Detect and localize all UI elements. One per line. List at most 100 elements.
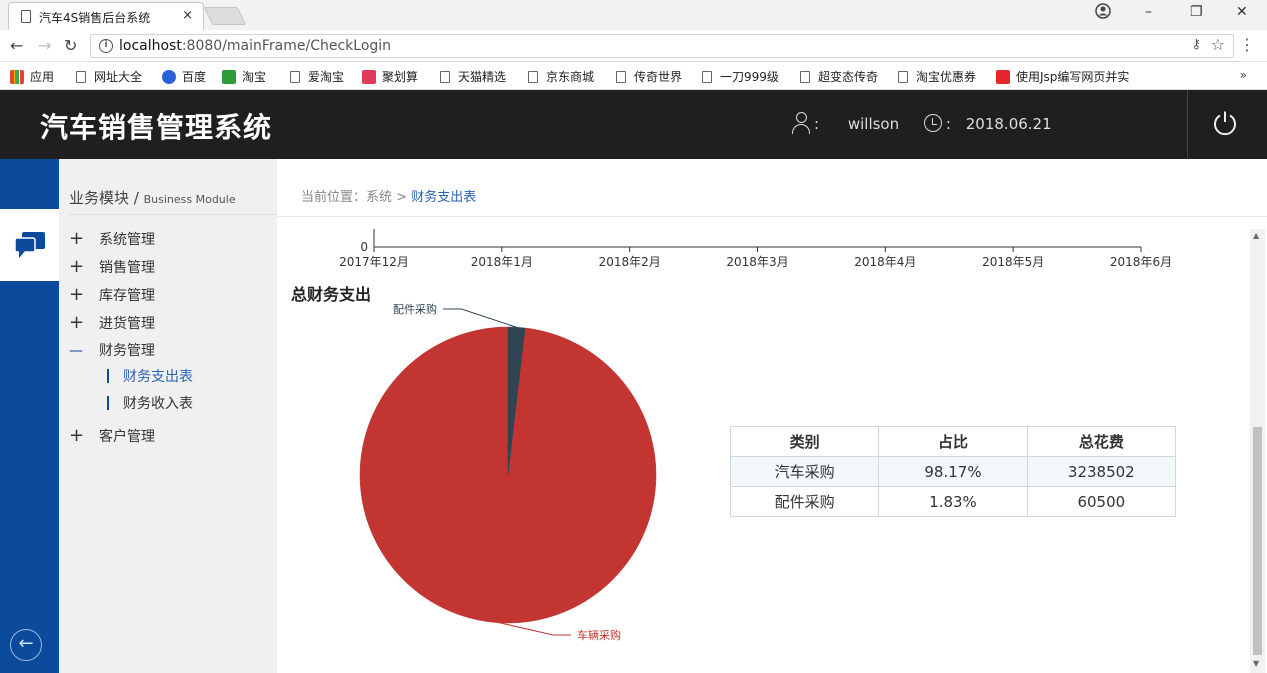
taobao-icon <box>222 70 236 84</box>
profile-icon[interactable] <box>1095 3 1111 23</box>
sidebar-item-sales[interactable]: + 销售管理 <box>69 256 155 277</box>
x-tick-label: 2018年1月 <box>471 255 533 269</box>
sidebar-item-finance[interactable]: — 财务管理 <box>69 340 155 360</box>
x-tick-label: 2018年4月 <box>854 255 916 269</box>
user-icon <box>792 112 810 134</box>
clock-icon <box>923 114 942 132</box>
back-arrow-icon[interactable]: ← <box>10 36 23 55</box>
browser-tab[interactable]: 汽车4S销售后台系统 × <box>8 2 204 30</box>
page-icon <box>800 71 810 83</box>
breadcrumb-parent[interactable]: 系统 <box>366 190 392 205</box>
scroll-thumb[interactable] <box>1253 427 1262 655</box>
address-bar: ← → ↻ i localhost:8080/mainFrame/CheckLo… <box>0 30 1267 62</box>
expand-plus-icon: + <box>69 256 85 277</box>
rail-item-business[interactable] <box>0 209 59 281</box>
sidebar-item-system[interactable]: + 系统管理 <box>69 228 155 249</box>
table-cell: 1.83% <box>878 486 1028 517</box>
minimize-icon[interactable]: – <box>1145 4 1152 20</box>
document-icon <box>21 10 31 23</box>
page-icon <box>616 71 626 83</box>
bookmarks-overflow[interactable]: » <box>1240 68 1247 82</box>
table-cell: 98.17% <box>878 456 1028 487</box>
sidebar-item-purchasing[interactable]: + 进货管理 <box>69 312 155 333</box>
baidu-paw-icon <box>162 70 176 84</box>
restore-icon[interactable]: ❐ <box>1190 4 1203 20</box>
apps-grid-icon <box>10 70 24 84</box>
active-marker <box>107 369 109 383</box>
bookmark-item[interactable]: 一刀999级 <box>702 68 779 85</box>
sidebar-subitem-income[interactable]: 财务收入表 <box>107 393 193 413</box>
bookmark-item[interactable]: 百度 <box>162 68 206 85</box>
info-icon[interactable]: i <box>99 39 113 53</box>
bookmark-item[interactable]: 超变态传奇 <box>800 68 878 85</box>
url-text: localhost:8080/mainFrame/CheckLogin <box>119 38 392 54</box>
page-icon <box>76 71 86 83</box>
sidebar: 业务模块 / Business Module + 系统管理 + 销售管理 + 库存管理… <box>59 159 277 673</box>
breadcrumb: 当前位置：系统 > 财务支出表 <box>301 186 476 205</box>
bookmark-item[interactable]: 网址大全 <box>76 68 142 85</box>
new-tab-button[interactable] <box>203 7 247 25</box>
item-marker <box>107 396 109 410</box>
sidebar-item-inventory[interactable]: + 库存管理 <box>69 284 155 305</box>
bookmark-apps[interactable]: 应用 <box>10 68 54 85</box>
app-header: 汽车销售管理系统 : willson : 2018.06.21 <box>0 90 1267 159</box>
browser-menu-icon[interactable]: ⋮ <box>1239 35 1255 54</box>
close-window-icon[interactable]: ✕ <box>1236 4 1248 20</box>
expand-plus-icon: + <box>69 312 85 333</box>
table-row: 汽车采购 98.17% 3238502 <box>729 456 1177 487</box>
pie-slice-label: 车辆采购 <box>577 628 621 642</box>
power-icon[interactable] <box>1212 110 1238 136</box>
bookmarks-bar: 应用 网址大全 百度 淘宝 爱淘宝 聚划算 天猫精选 京东商城 传奇世界 一刀9… <box>0 62 1267 90</box>
date-label: : <box>945 115 951 133</box>
collapse-minus-icon: — <box>69 343 83 359</box>
scroll-down-arrow-icon[interactable]: ▼ <box>1253 659 1259 668</box>
breadcrumb-separator: > <box>396 190 408 205</box>
x-tick-label: 2017年12月 <box>339 255 409 269</box>
column-header: 总花费 <box>1026 426 1177 457</box>
table-cell: 3238502 <box>1026 456 1177 487</box>
bookmark-star-icon[interactable]: ☆ <box>1211 35 1225 54</box>
page-icon <box>702 71 712 83</box>
x-tick-label: 2018年3月 <box>726 255 788 269</box>
bookmark-item[interactable]: 淘宝优惠券 <box>898 68 976 85</box>
x-ticks: 2017年12月 2018年1月 2018年2月 2018年3月 2018年4月 2018… <box>339 247 1172 269</box>
scroll-up-arrow-icon[interactable]: ▲ <box>1253 231 1259 240</box>
bookmark-item[interactable]: 天猫精选 <box>440 68 506 85</box>
bookmark-item[interactable]: 使用Jsp编写网页并实 <box>996 68 1129 85</box>
table-cell: 配件采购 <box>729 486 880 517</box>
reload-icon[interactable]: ↻ <box>64 36 77 55</box>
table-cell: 汽车采购 <box>729 456 880 487</box>
bookmark-item[interactable]: 淘宝 <box>222 68 266 85</box>
expand-plus-icon: + <box>69 284 85 305</box>
page-icon <box>440 71 450 83</box>
bookmark-item[interactable]: 聚划算 <box>362 68 418 85</box>
forward-arrow-icon[interactable]: → <box>38 36 51 55</box>
chat-icon <box>14 232 45 258</box>
sidebar-header: 业务模块 / Business Module <box>69 187 277 215</box>
table-row: 配件采购 1.83% 60500 <box>729 486 1177 517</box>
main-content: 当前位置：系统 > 财务支出表 0 2017年12月 2018年1月 2018年2月… <box>277 159 1267 673</box>
app-title: 汽车销售管理系统 <box>40 111 273 144</box>
breadcrumb-prefix: 当前位置： <box>301 190 367 205</box>
juhuasuan-icon <box>362 70 376 84</box>
x-tick-label: 2018年6月 <box>1110 255 1172 269</box>
url-input[interactable]: i localhost:8080/mainFrame/CheckLogin ⚷ … <box>90 34 1234 58</box>
column-header: 类别 <box>729 426 880 457</box>
collapse-arrow-icon[interactable]: ← <box>10 629 42 661</box>
tab-close-icon[interactable]: × <box>182 8 193 23</box>
tab-title: 汽车4S销售后台系统 <box>39 11 151 25</box>
column-header: 占比 <box>878 426 1028 457</box>
sidebar-subitem-expense[interactable]: 财务支出表 <box>107 366 193 386</box>
vertical-scrollbar[interactable]: ▲ ▼ <box>1250 229 1265 673</box>
expense-summary-table: 类别 占比 总花费 汽车采购 98.17% 3238502 配件采购 1.83%… <box>729 426 1177 517</box>
sidebar-item-customers[interactable]: + 客户管理 <box>69 425 155 446</box>
y-tick-label: 0 <box>360 240 368 254</box>
expand-plus-icon: + <box>69 228 85 249</box>
user-label: : <box>814 115 820 133</box>
pie-slice-label: 配件采购 <box>393 302 437 316</box>
bookmark-item[interactable]: 爱淘宝 <box>290 68 344 85</box>
bookmark-item[interactable]: 京东商城 <box>528 68 594 85</box>
bookmark-item[interactable]: 传奇世界 <box>616 68 682 85</box>
key-icon[interactable]: ⚷ <box>1191 37 1201 52</box>
table-header-row: 类别 占比 总花费 <box>729 426 1177 457</box>
